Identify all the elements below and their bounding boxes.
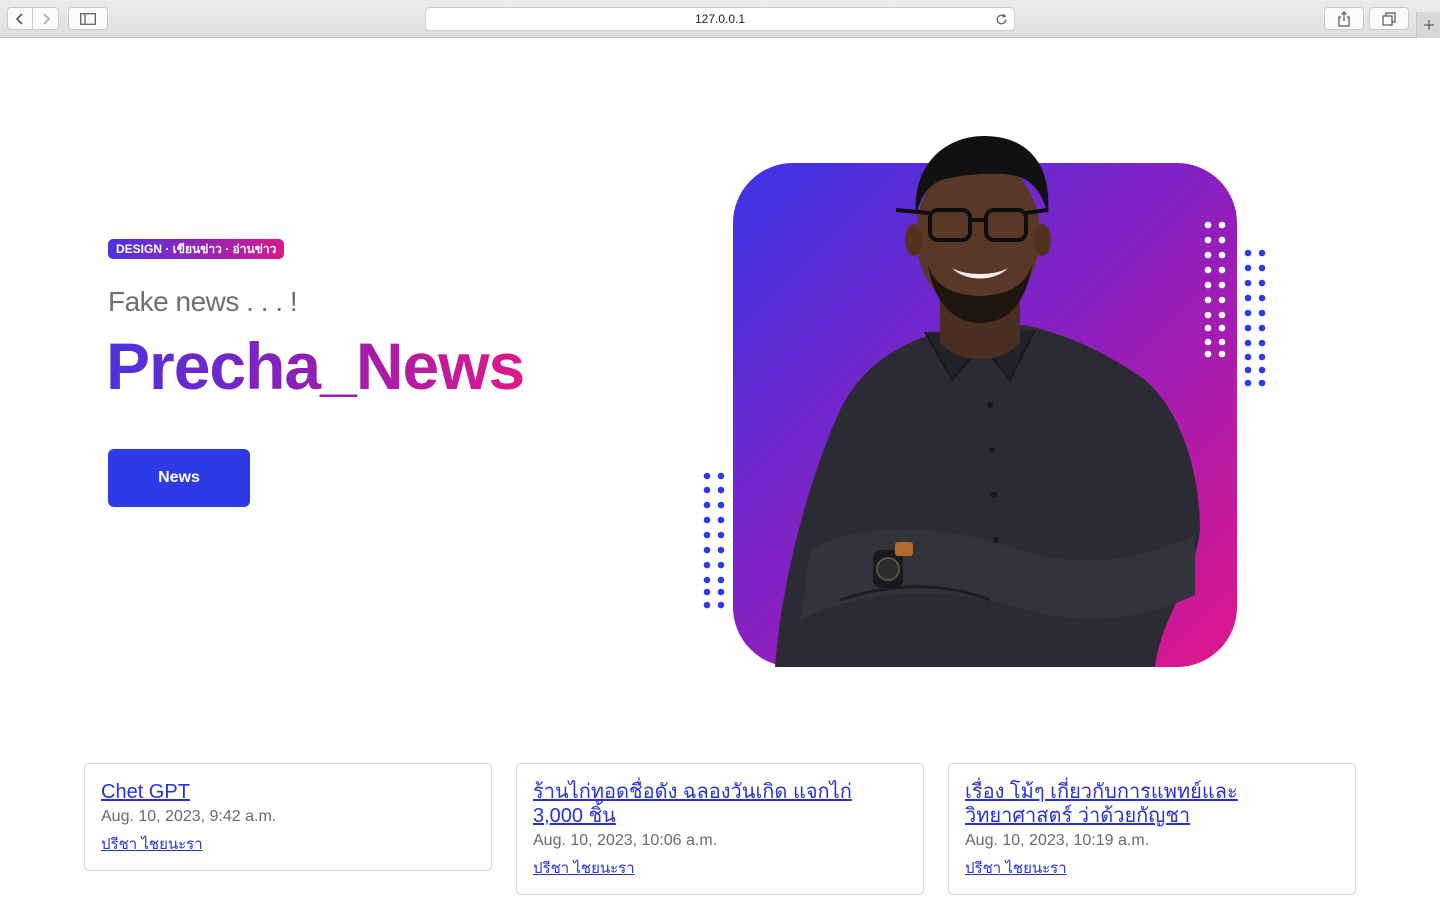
sidebar-icon bbox=[80, 12, 96, 25]
category-badge: DESIGN · เขียนข่าว · อ่านข่าว bbox=[108, 239, 285, 259]
news-card: Chet GPT Aug. 10, 2023, 9:42 a.m. ปรีชา … bbox=[84, 763, 492, 871]
hero-illustration bbox=[703, 135, 1266, 667]
url-text: 127.0.0.1 bbox=[694, 12, 746, 26]
plus-icon bbox=[1423, 20, 1434, 30]
news-card-title-link[interactable]: เรื่อง โม้ๆ เกี่ยวกับการแพทย์และวิทยาศาส… bbox=[965, 780, 1339, 828]
dot-pattern-left-outer bbox=[703, 472, 725, 609]
news-card-date: Aug. 10, 2023, 10:19 a.m. bbox=[965, 832, 1150, 849]
chevron-left-icon bbox=[15, 12, 23, 25]
news-card-date: Aug. 10, 2023, 10:06 a.m. bbox=[533, 832, 718, 849]
show-tabs-button[interactable] bbox=[1369, 7, 1409, 30]
share-button[interactable] bbox=[1324, 7, 1364, 30]
history-nav bbox=[7, 7, 59, 30]
news-card-author-link[interactable]: ปรีชา ไชยนะรา bbox=[533, 860, 635, 878]
news-card: ร้านไก่ทอดชื่อดัง ฉลองวันเกิด แจกไก่ 3,0… bbox=[516, 763, 924, 895]
share-icon bbox=[1338, 10, 1350, 27]
news-button[interactable]: News bbox=[108, 449, 250, 507]
news-card-date: Aug. 10, 2023, 9:42 a.m. bbox=[101, 808, 277, 825]
reload-icon[interactable] bbox=[994, 12, 1009, 27]
news-card-author-link[interactable]: ปรีชา ไชยนะรา bbox=[101, 836, 203, 854]
news-card-title-link[interactable]: Chet GPT bbox=[101, 780, 475, 804]
browser-toolbar: 127.0.0.1 bbox=[0, 0, 1440, 38]
chevron-right-icon bbox=[42, 12, 50, 25]
back-button[interactable] bbox=[7, 7, 33, 30]
address-bar[interactable]: 127.0.0.1 bbox=[425, 7, 1015, 31]
hero-subtitle: Fake news . . . ! bbox=[108, 286, 298, 317]
tabs-overview-icon bbox=[1382, 11, 1396, 26]
sidebar-toggle-button[interactable] bbox=[68, 7, 108, 30]
news-card: เรื่อง โม้ๆ เกี่ยวกับการแพทย์และวิทยาศาส… bbox=[948, 763, 1356, 895]
site-title: Precha_News bbox=[106, 326, 525, 406]
news-card-title-link[interactable]: ร้านไก่ทอดชื่อดัง ฉลองวันเกิด แจกไก่ 3,0… bbox=[533, 780, 907, 828]
new-tab-button[interactable] bbox=[1416, 12, 1440, 38]
news-card-author-link[interactable]: ปรีชา ไชยนะรา bbox=[965, 860, 1067, 878]
forward-button[interactable] bbox=[33, 7, 59, 30]
dot-pattern-right-outer bbox=[1244, 249, 1266, 387]
